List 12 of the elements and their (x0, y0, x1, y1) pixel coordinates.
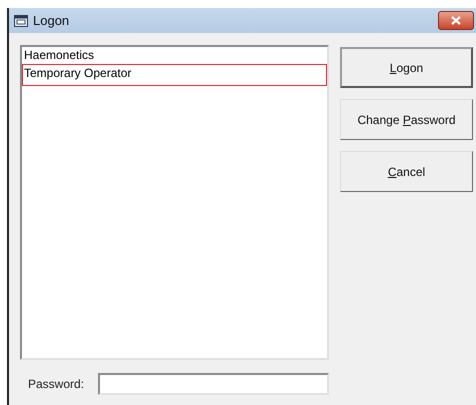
user-list[interactable]: Haemonetics Temporary Operator (20, 45, 329, 360)
dialog-button[interactable]: Logon (340, 47, 473, 88)
user-list-item[interactable]: Temporary Operator (22, 64, 327, 86)
close-button[interactable] (438, 11, 474, 30)
close-icon (451, 16, 461, 25)
window-title: Logon (33, 13, 70, 28)
window-icon (14, 14, 28, 26)
dialog-button[interactable]: Change Password (340, 99, 473, 140)
user-list-item[interactable]: Haemonetics (22, 47, 327, 64)
dialog-button[interactable]: Cancel (340, 151, 473, 192)
password-label: Password: (27, 377, 86, 391)
password-field[interactable] (98, 373, 329, 395)
